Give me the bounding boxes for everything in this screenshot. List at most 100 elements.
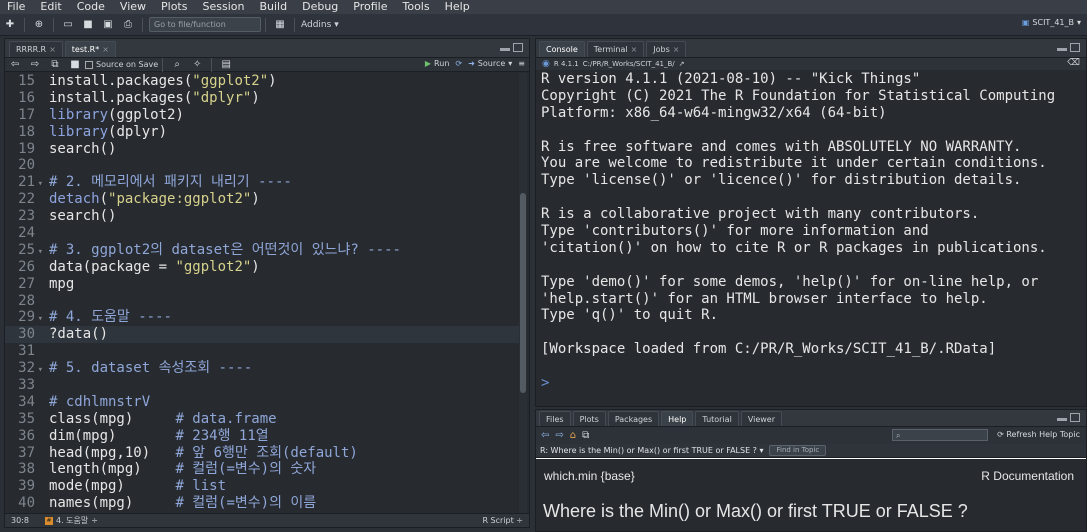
source-on-save-checkbox[interactable]: Source on Save	[85, 60, 158, 69]
save-icon[interactable]: ■	[81, 18, 95, 32]
menu-item-code[interactable]: Code	[70, 0, 113, 14]
maximize-pane-icon[interactable]	[513, 43, 523, 52]
code-line[interactable]: 30 ?data()	[5, 326, 519, 344]
menu-item-session[interactable]: Session	[195, 0, 252, 14]
close-icon[interactable]: ×	[673, 45, 680, 54]
code-line[interactable]: 27 mpg	[5, 276, 519, 293]
code-line[interactable]: 25 ▾ # 3. ggplot2의 dataset은 어떤것이 있느냐? ----	[5, 242, 519, 259]
magic-wand-icon[interactable]: ✧	[190, 58, 204, 72]
tab-help-4[interactable]: Tutorial	[695, 411, 739, 426]
navigate-icon[interactable]: ↗	[679, 60, 685, 68]
code-area[interactable]: 15 install.packages("ggplot2") 16 install.p…	[5, 73, 519, 515]
close-icon[interactable]: ×	[49, 45, 56, 54]
maximize-pane-icon[interactable]	[1070, 43, 1080, 52]
help-search-input[interactable]: ⌕	[892, 429, 988, 441]
print-icon[interactable]: ⎙	[121, 18, 135, 32]
menu-item-help[interactable]: Help	[438, 0, 478, 14]
menu-item-profile[interactable]: Profile	[346, 0, 395, 14]
code-line[interactable]: 16 install.packages("dplyr")	[5, 90, 519, 107]
code-line[interactable]: 21 ▾ # 2. 메모리에서 패키지 내리기 ----	[5, 174, 519, 191]
function-scope-selector[interactable]: # 4. 도움말 ÷	[45, 515, 98, 526]
code-line[interactable]: 35 class(mpg) # data.frame	[5, 411, 519, 428]
minimize-pane-icon[interactable]	[1057, 418, 1067, 421]
console-line: Platform: x86_64-w64-mingw32/x64 (64-bit…	[541, 104, 887, 121]
save-all-icon[interactable]: ▣	[101, 18, 115, 32]
code-line[interactable]: 32 ▾ # 5. dataset 속성조회 ----	[5, 360, 519, 377]
outline-icon[interactable]: ≡	[518, 59, 525, 68]
home-icon[interactable]: ⌂	[570, 430, 576, 441]
source-button[interactable]: ➜ Source ▾	[468, 59, 512, 68]
minimize-pane-icon[interactable]	[1057, 48, 1067, 51]
grid-layout-icon[interactable]: ▦	[273, 18, 287, 32]
tab-help-5[interactable]: Viewer	[740, 411, 783, 426]
code-line[interactable]: 28	[5, 293, 519, 310]
editor-scrollbar[interactable]	[519, 73, 527, 515]
code-line[interactable]: 29 ▾ # 4. 도움말 ----	[5, 309, 519, 326]
tab-help-3[interactable]: Help	[661, 411, 694, 426]
code-line[interactable]: 23 search()	[5, 208, 519, 225]
code-line[interactable]: 34 # cdhlmnstrV	[5, 394, 519, 411]
tab-help-2[interactable]: Packages	[607, 411, 660, 426]
console-prompt[interactable]: >	[541, 375, 1086, 392]
tab-console-1[interactable]: Terminal ×	[586, 41, 645, 57]
code-line[interactable]: 40 names(mpg) # 컬럼(=변수)의 이름	[5, 495, 519, 512]
code-line[interactable]: 20	[5, 157, 519, 174]
code-line[interactable]: 37 head(mpg,10) # 앞 6행만 조회(default)	[5, 445, 519, 462]
menu-item-edit[interactable]: Edit	[33, 0, 69, 14]
code-line[interactable]: 15 install.packages("ggplot2")	[5, 73, 519, 90]
menu-item-file[interactable]: File	[0, 0, 33, 14]
open-file-icon[interactable]: ▭	[61, 18, 75, 32]
back-arrow-icon[interactable]: ⇦	[541, 430, 549, 441]
save-file-icon[interactable]: ■	[68, 58, 82, 72]
minimize-pane-icon[interactable]	[500, 48, 510, 51]
addins-menu[interactable]: Addins ▾	[299, 20, 339, 30]
working-directory[interactable]: C:/PR/R_Works/SCIT_41_B/	[583, 60, 675, 68]
tab-label: Packages	[614, 414, 653, 424]
code-line[interactable]: 17 library (ggplot2)	[5, 107, 519, 124]
run-button[interactable]: ▶ Run	[425, 59, 450, 68]
file-type-selector[interactable]: R Script ÷	[482, 516, 523, 525]
search-icon[interactable]: ⌕	[170, 58, 184, 72]
menu-item-plots[interactable]: Plots	[154, 0, 195, 14]
rerun-icon[interactable]: ⟳	[455, 59, 462, 68]
code-line[interactable]: 19 search()	[5, 141, 519, 158]
code-line[interactable]: 22 detach("package:ggplot2")	[5, 191, 519, 208]
show-in-window-icon[interactable]: ⧉	[48, 58, 62, 72]
menu-item-tools[interactable]: Tools	[395, 0, 437, 14]
maximize-pane-icon[interactable]	[1070, 413, 1080, 422]
new-project-icon[interactable]: ⊕	[32, 18, 46, 32]
code-line[interactable]: 36 dim(mpg) # 234행 11열	[5, 428, 519, 445]
close-icon[interactable]: ×	[102, 45, 109, 54]
menu-item-debug[interactable]: Debug	[295, 0, 346, 14]
code-line[interactable]: 24	[5, 225, 519, 242]
project-menu[interactable]: ▣ SCIT_41_B ▾	[1022, 18, 1081, 27]
show-in-window-icon[interactable]: ⧉	[582, 430, 589, 441]
tab-editor-1[interactable]: test.R* ×	[64, 41, 116, 57]
clear-console-icon[interactable]: ⌫	[1067, 58, 1080, 68]
tab-help-1[interactable]: Plots	[572, 411, 606, 426]
find-in-topic-input[interactable]: Find in Topic	[769, 445, 827, 456]
tab-console-2[interactable]: Jobs ×	[646, 41, 687, 57]
help-topic-selector[interactable]: R: Where is the Min() or Max() or first …	[540, 446, 763, 455]
console-output[interactable]: R version 4.1.1 (2021-08-10) -- "Kick Th…	[541, 71, 1086, 405]
tab-help-0[interactable]: Files	[539, 411, 571, 426]
compile-report-icon[interactable]: ▤	[219, 58, 233, 72]
menu-item-build[interactable]: Build	[252, 0, 295, 14]
menu-item-view[interactable]: View	[113, 0, 154, 14]
goto-file-input[interactable]: Go to file/function	[149, 17, 261, 32]
code-line[interactable]: 26 data(package = "ggplot2")	[5, 259, 519, 276]
refresh-help-button[interactable]: ⟳ Refresh Help Topic	[997, 430, 1080, 439]
code-line[interactable]: 39 mode(mpg) # list	[5, 478, 519, 495]
code-line[interactable]: 31	[5, 343, 519, 360]
tab-console-0[interactable]: Console	[539, 41, 585, 57]
close-icon[interactable]: ×	[631, 45, 638, 54]
code-line[interactable]: 38 length(mpg) # 컬럼(=변수)의 숫자	[5, 461, 519, 478]
code-line[interactable]: 33	[5, 377, 519, 394]
forward-arrow-icon[interactable]: ⇨	[28, 58, 42, 72]
forward-arrow-icon[interactable]: ⇨	[555, 430, 563, 441]
back-arrow-icon[interactable]: ⇦	[8, 58, 22, 72]
code-line[interactable]: 18 library (dplyr)	[5, 124, 519, 141]
tab-editor-0[interactable]: RRRR.R ×	[9, 41, 63, 57]
new-file-icon[interactable]: ✚	[3, 18, 17, 32]
scrollbar-thumb[interactable]	[520, 193, 526, 393]
